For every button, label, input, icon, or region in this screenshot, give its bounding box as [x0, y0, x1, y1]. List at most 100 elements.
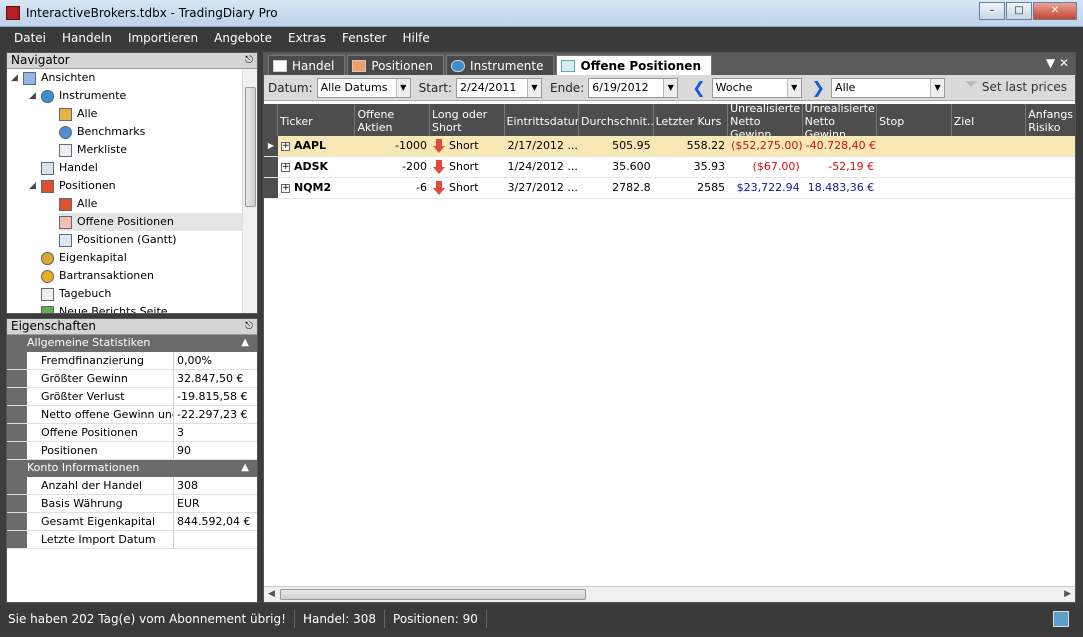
sync-icon[interactable]	[1053, 611, 1069, 627]
tab-menu-icon[interactable]: ▼	[1046, 56, 1055, 70]
table-row[interactable]: + NQM2 -6 Short 3/27/2012 ... 2782.8 2585…	[264, 178, 1075, 199]
chevron-down-icon[interactable]: ▼	[930, 78, 945, 97]
status-bar: Sie haben 202 Tag(e) vom Abonnement übri…	[0, 605, 1083, 633]
tab-handel[interactable]: Handel	[268, 55, 346, 75]
scroll-thumb[interactable]	[245, 87, 256, 207]
maximize-button[interactable]: □	[1006, 2, 1032, 20]
properties-header: Eigenschaften ⎋	[7, 319, 257, 335]
start-label: Start:	[418, 80, 452, 95]
col-header-ziel[interactable]: Ziel	[952, 104, 1027, 136]
expand-icon[interactable]: +	[280, 183, 290, 193]
chevron-down-icon[interactable]: ▼	[663, 78, 678, 97]
menu-extras[interactable]: Extras	[280, 31, 334, 45]
tree-item-ansichten[interactable]: ◢ Ansichten	[11, 69, 95, 87]
property-row: Fremdfinanzierung 0,00%	[7, 352, 257, 370]
scroll-thumb[interactable]	[280, 589, 586, 600]
tree-item-instrumente-alle[interactable]: Alle	[59, 105, 97, 123]
collapse-icon[interactable]: ▲	[241, 460, 249, 476]
navigator-tree: ◢ Ansichten ◢ Instrumente Alle Benchmarks …	[7, 69, 257, 313]
tree-item-offene-positionen[interactable]: Offene Positionen	[59, 213, 245, 231]
menu-angebote[interactable]: Angebote	[206, 31, 280, 45]
open-positions-icon	[59, 215, 72, 229]
property-row: Anzahl der Handel 308	[7, 477, 257, 495]
datum-label: Datum:	[268, 80, 313, 95]
all-instruments-icon	[59, 107, 72, 121]
close-tab-icon[interactable]: ✕	[1059, 56, 1069, 70]
minimize-button[interactable]: –	[979, 2, 1005, 20]
tree-item-handel[interactable]: Handel	[41, 159, 98, 177]
chevron-down-icon[interactable]: ◢	[29, 87, 41, 105]
tree-item-gantt[interactable]: Positionen (Gantt)	[59, 231, 177, 249]
menu-fenster[interactable]: Fenster	[334, 31, 395, 45]
tree-item-instrumente[interactable]: ◢ Instrumente	[29, 87, 126, 105]
col-header-offene-aktien[interactable]: Offene Aktien	[355, 104, 430, 136]
col-header-durchschnitt[interactable]: Durchschnit...	[579, 104, 654, 136]
tree-item-neue-berichts-seite[interactable]: Neue Berichts Seite	[41, 303, 168, 313]
chevron-down-icon[interactable]: ▼	[527, 78, 541, 97]
expand-icon[interactable]: +	[280, 162, 290, 172]
ende-label: Ende:	[550, 80, 585, 95]
pin-icon[interactable]: ⎋	[245, 53, 253, 68]
col-header-anfangs-risiko[interactable]: Anfangs Risiko	[1026, 104, 1075, 136]
account-filter-select[interactable]: Alle ▼	[831, 77, 946, 98]
previous-period-icon[interactable]: ❮	[692, 78, 705, 97]
menu-importieren[interactable]: Importieren	[120, 31, 206, 45]
navigator-title: Navigator	[11, 53, 70, 67]
tree-item-bartransaktionen[interactable]: Bartransaktionen	[41, 267, 154, 285]
chevron-down-icon[interactable]: ◢	[11, 69, 23, 87]
chevron-down-icon[interactable]: ▼	[786, 78, 801, 97]
close-button[interactable]: ✕	[1033, 2, 1077, 20]
views-icon	[23, 71, 36, 85]
tab-instrumente[interactable]: Instrumente	[446, 55, 555, 75]
chevron-down-icon[interactable]: ▼	[395, 78, 410, 97]
col-header-letzter-kurs[interactable]: Letzter Kurs	[654, 104, 729, 136]
scroll-right-icon[interactable]: ▶	[1064, 589, 1071, 599]
grid-horizontal-scrollbar[interactable]: ◀ ▶	[264, 586, 1075, 602]
menu-datei[interactable]: Datei	[6, 31, 54, 45]
table-icon	[273, 59, 287, 72]
col-header-long-short[interactable]: Long oder Short	[430, 104, 505, 136]
property-group-statistics[interactable]: Allgemeine Statistiken ▲	[7, 335, 257, 352]
menu-hilfe[interactable]: Hilfe	[394, 31, 437, 45]
short-arrow-icon	[433, 181, 445, 195]
tree-item-tagebuch[interactable]: Tagebuch	[41, 285, 111, 303]
app-icon	[6, 6, 20, 20]
col-header-eintrittsdatum[interactable]: Eintrittsdatum	[505, 104, 580, 136]
property-group-account[interactable]: Konto Informationen ▲	[7, 460, 257, 477]
next-period-icon[interactable]: ❯	[812, 78, 825, 97]
chevron-down-icon[interactable]: ◢	[29, 177, 41, 195]
pin-icon[interactable]: ⎋	[245, 319, 253, 334]
positions-icon	[41, 179, 54, 193]
filter-icon[interactable]	[965, 81, 977, 93]
document-tabs: Handel Positionen Instrumente Offene Pos…	[264, 53, 1075, 75]
col-header-unreal-eur[interactable]: Unrealisierte Netto Gewinn	[803, 104, 878, 136]
tab-positionen[interactable]: Positionen	[347, 55, 445, 75]
set-last-prices-button[interactable]: Set last prices	[982, 80, 1067, 94]
navigator-scrollbar[interactable]	[242, 69, 257, 313]
navigator-panel: Navigator ⎋ ◢ Ansichten ◢ Instrumente Alle…	[6, 52, 258, 314]
col-header-unreal-usd[interactable]: Unrealisierte Netto Gewinn	[728, 104, 803, 136]
tree-item-positionen-alle[interactable]: Alle	[59, 195, 97, 213]
tree-item-eigenkapital[interactable]: Eigenkapital	[41, 249, 127, 267]
money-bag-icon	[41, 251, 54, 265]
col-header-stop[interactable]: Stop	[877, 104, 952, 136]
tree-item-positionen[interactable]: ◢ Positionen	[29, 177, 116, 195]
property-row: Positionen 90	[7, 442, 257, 460]
property-row: Größter Gewinn 32.847,50 €	[7, 370, 257, 388]
table-row[interactable]: ▶ + AAPL -1000 Short 2/17/2012 ... 505.95…	[264, 136, 1075, 157]
col-header-ticker[interactable]: Ticker	[278, 104, 356, 136]
tab-offene-positionen[interactable]: Offene Positionen	[556, 55, 712, 75]
scroll-left-icon[interactable]: ◀	[268, 589, 275, 599]
menu-handeln[interactable]: Handeln	[54, 31, 120, 45]
property-row: Basis Währung EUR	[7, 495, 257, 513]
table-row[interactable]: + ADSK -200 Short 1/24/2012 ... 35.600 35…	[264, 157, 1075, 178]
tree-item-merkliste[interactable]: Merkliste	[59, 141, 127, 159]
collapse-icon[interactable]: ▲	[241, 335, 249, 351]
datum-select[interactable]: Alle Datums ▼	[316, 77, 411, 98]
coin-icon	[41, 269, 54, 283]
period-select[interactable]: Woche ▼	[711, 77, 802, 98]
expand-icon[interactable]: +	[280, 141, 290, 151]
end-date-picker[interactable]: 6/19/2012 ▼	[588, 77, 679, 98]
start-date-picker[interactable]: 2/24/2011 ▼	[456, 77, 542, 98]
tree-item-benchmarks[interactable]: Benchmarks	[59, 123, 145, 141]
